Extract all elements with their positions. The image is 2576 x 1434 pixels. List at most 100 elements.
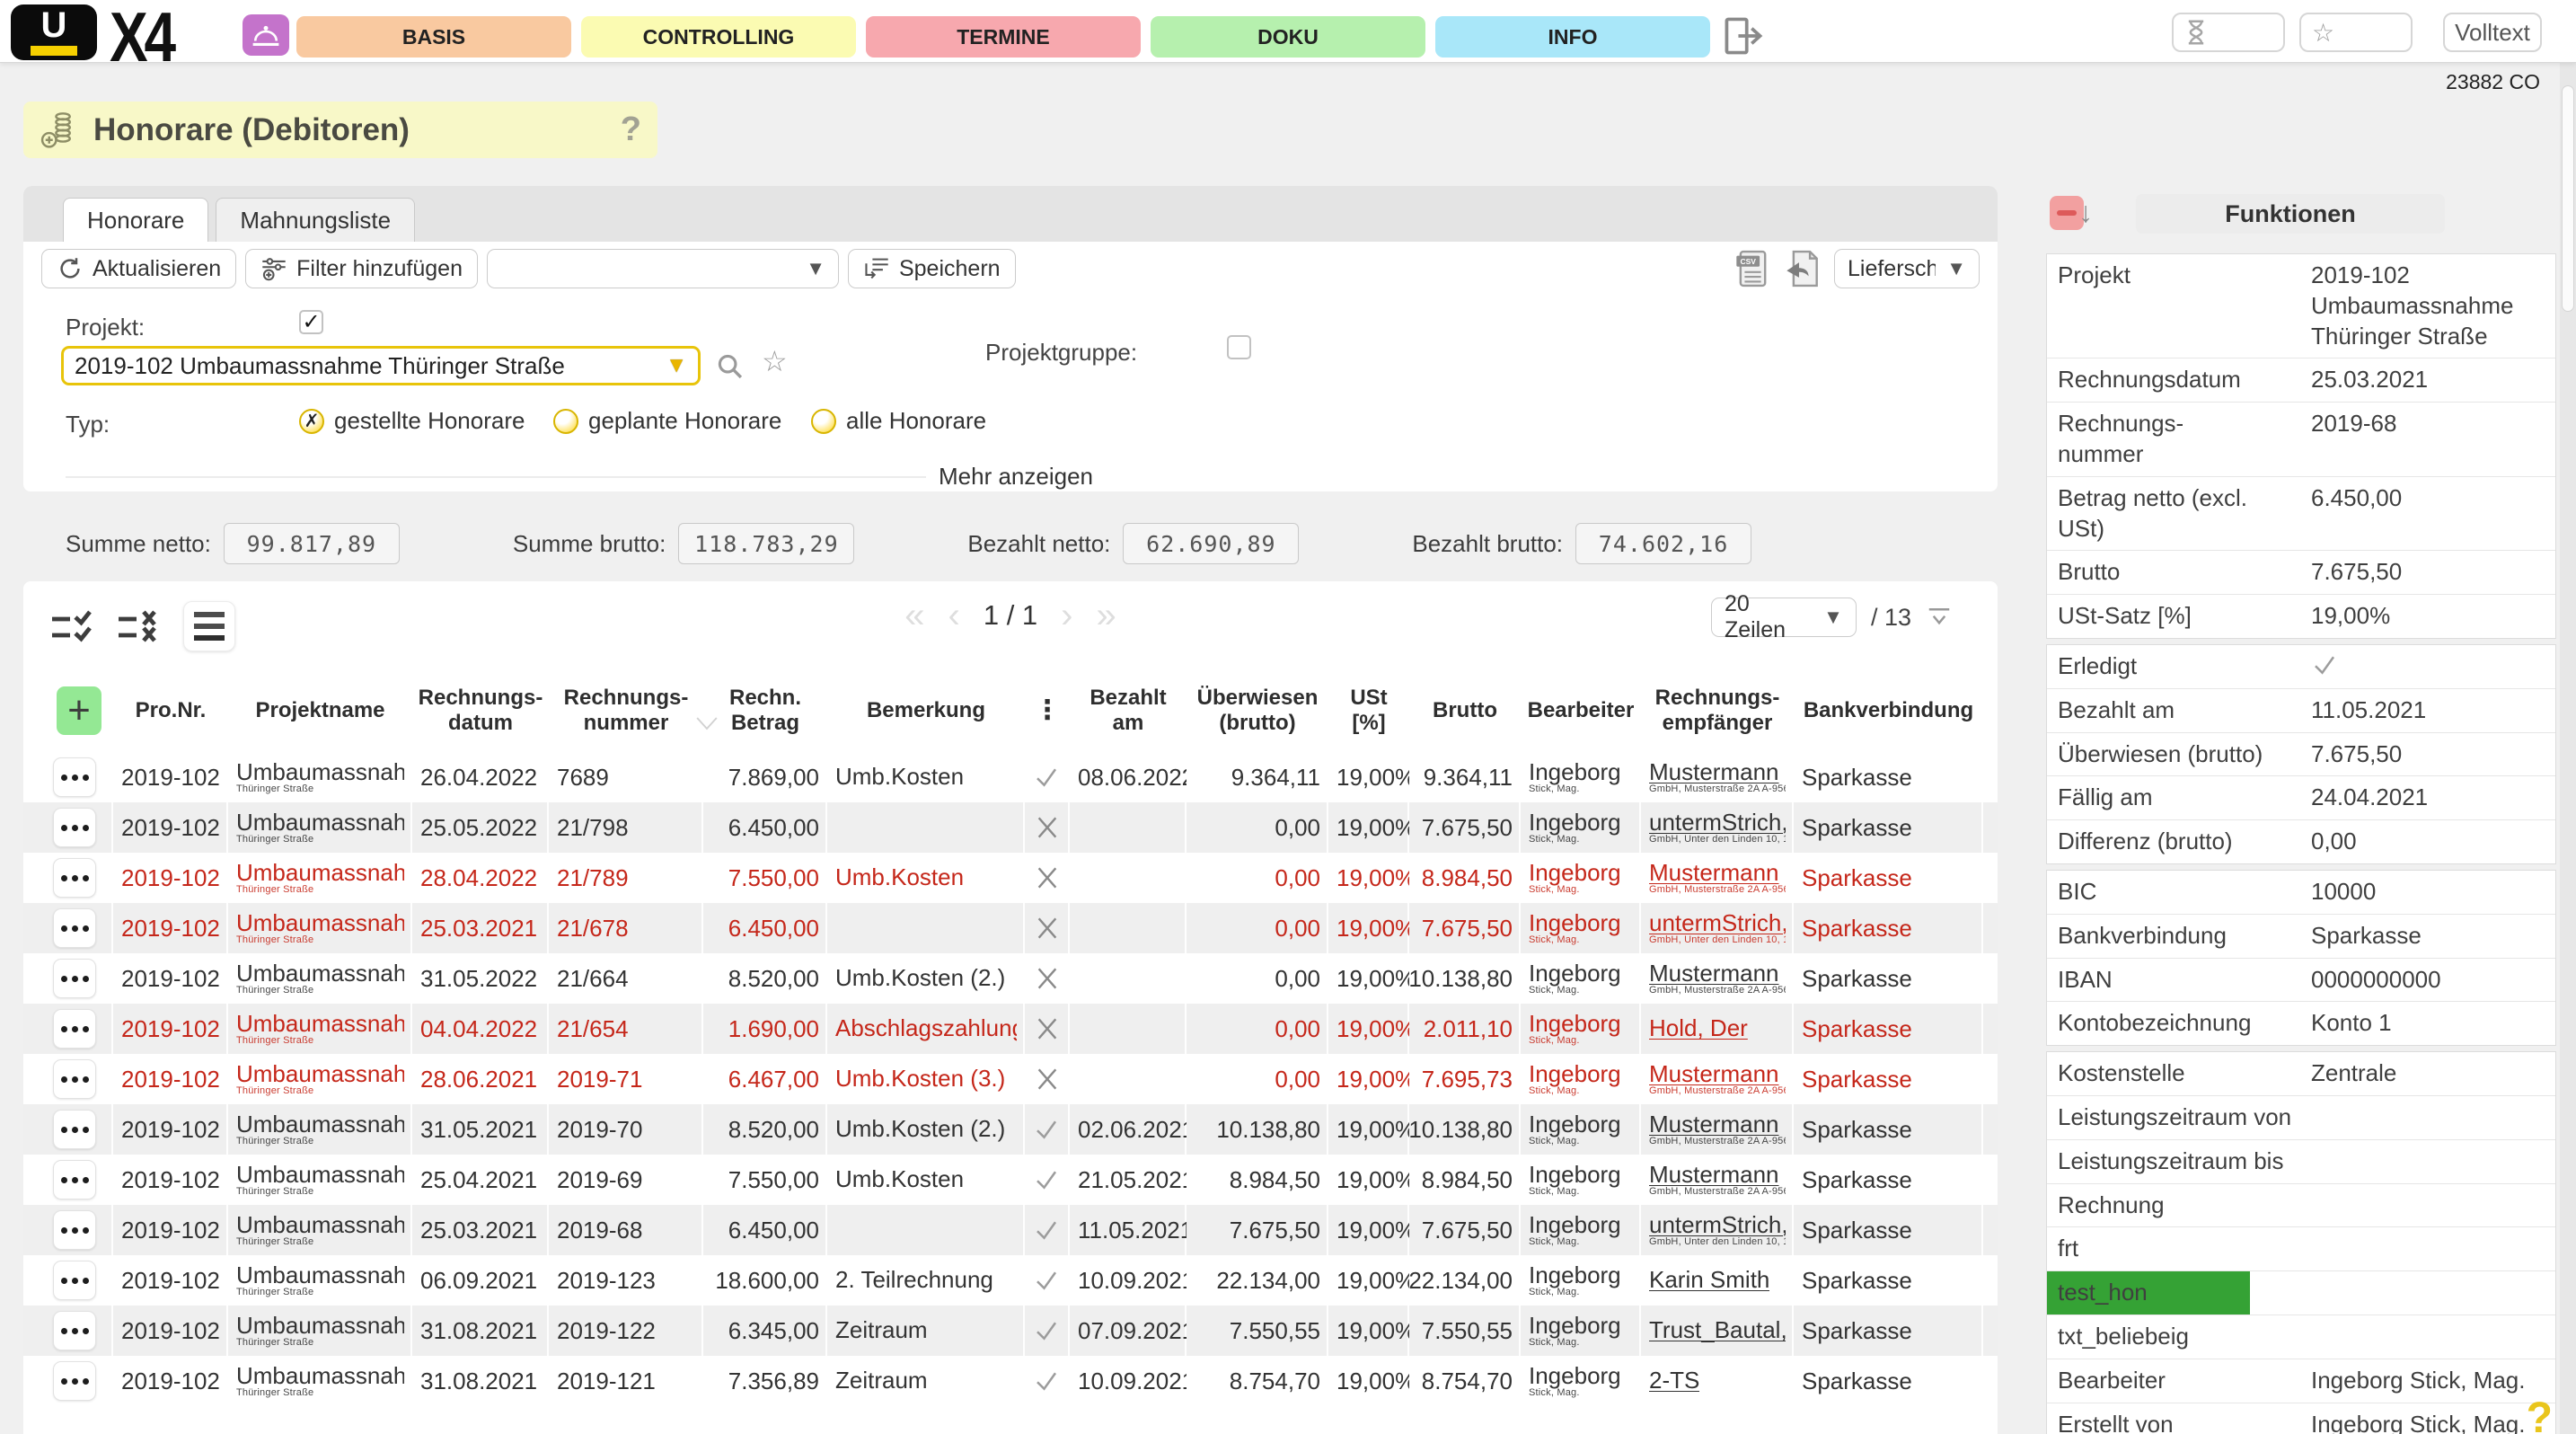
show-more-link[interactable]: Mehr anzeigen <box>939 463 1093 491</box>
cell-invoice-recipient[interactable]: Trust_Bautal, <box>1641 1306 1794 1356</box>
nav-doku[interactable]: DOKU <box>1151 16 1425 58</box>
row-menu-button[interactable] <box>53 1110 96 1149</box>
help-icon[interactable]: ? <box>621 111 641 149</box>
tab-honorare[interactable]: Honorare <box>63 198 208 242</box>
detail-row: Überwiesen (brutto)7.675,50 <box>2047 732 2555 776</box>
add-filter-button[interactable]: Filter hinzufügen <box>245 249 478 288</box>
favorites-field[interactable]: ☆ <box>2299 13 2413 52</box>
cell-invoice-recipient[interactable]: MustermannGmbH, Musterstraße 2A A-9567 M… <box>1641 752 1794 802</box>
refresh-button[interactable]: Aktualisieren <box>41 249 236 288</box>
functions-header-button[interactable]: ↓ Funktionen <box>2136 194 2445 234</box>
project-checkbox[interactable]: ✓ <box>299 310 323 334</box>
row-menu-button[interactable] <box>53 959 96 998</box>
first-page-icon[interactable]: « <box>904 598 924 633</box>
project-group-checkbox[interactable] <box>1227 335 1251 359</box>
scrollbar-thumb[interactable] <box>2562 85 2574 312</box>
tab-mahnungsliste[interactable]: Mahnungsliste <box>216 198 415 242</box>
deselect-all-icon[interactable] <box>117 606 163 646</box>
total-rows: / 13 <box>1871 604 1911 632</box>
row-menu-button[interactable] <box>53 858 96 898</box>
cell-project-number[interactable]: 2019-102 <box>113 903 228 953</box>
rows-per-page-select[interactable]: 20 Zeilen ▼ <box>1711 598 1857 637</box>
radio-gestellte-honorare[interactable]: ✗gestellte Honorare <box>299 407 525 435</box>
cell-project-number[interactable]: 2019-102 <box>113 1356 228 1406</box>
next-page-icon[interactable]: › <box>1061 598 1072 633</box>
prev-page-icon[interactable]: ‹ <box>948 598 960 633</box>
col-header-10: USt [%] <box>1328 686 1409 735</box>
nav-controlling[interactable]: CONTROLLING <box>581 16 856 58</box>
last-page-icon[interactable]: » <box>1096 598 1116 633</box>
cell-invoice-recipient[interactable]: untermStrich,GmbH, Unter den Linden 10, … <box>1641 903 1794 953</box>
cell-project-name: UmbaumassnahmeThüringer Straße <box>228 1004 412 1054</box>
cell-project-number[interactable]: 2019-102 <box>113 1205 228 1255</box>
cell-project-number[interactable]: 2019-102 <box>113 953 228 1004</box>
cell-invoice-number: 2019-122 <box>549 1306 703 1356</box>
recent-items-field[interactable] <box>2172 13 2285 52</box>
project-favorite-star-icon[interactable]: ☆ <box>762 344 788 378</box>
detail-value: 0,00 <box>2304 820 2555 863</box>
save-button[interactable]: Speichern <box>848 249 1016 288</box>
birthday-reminder-button[interactable] <box>243 14 289 56</box>
cell-invoice-recipient[interactable]: 2-TS <box>1641 1356 1794 1406</box>
cell-invoice-recipient[interactable]: MustermannGmbH, Musterstraße 2A A-9567 M… <box>1641 1104 1794 1155</box>
col-header-13: Rechnungs- empfänger <box>1641 686 1794 735</box>
nav-basis[interactable]: BASIS <box>296 16 571 58</box>
collapse-rows-icon[interactable] <box>1926 605 1953 630</box>
cell-invoice-recipient[interactable]: Hold, Der <box>1641 1004 1794 1054</box>
search-icon[interactable] <box>715 351 745 382</box>
radio-alle-honorare[interactable]: alle Honorare <box>811 407 986 435</box>
nav-termine[interactable]: TERMINE <box>866 16 1141 58</box>
row-menu-button[interactable] <box>53 1210 96 1250</box>
row-menu-button[interactable] <box>53 1361 96 1401</box>
cell-invoice-recipient[interactable]: untermStrich,GmbH, Unter den Linden 10, … <box>1641 1205 1794 1255</box>
list-view-icon[interactable] <box>183 601 235 651</box>
select-all-icon[interactable] <box>50 606 97 646</box>
row-menu-button[interactable] <box>53 808 96 847</box>
table-row: 2019-102UmbaumassnahmeThüringer Straße25… <box>23 1155 1998 1205</box>
cell-project-number[interactable]: 2019-102 <box>113 1004 228 1054</box>
row-menu-button[interactable] <box>53 1311 96 1350</box>
cell-project-number[interactable]: 2019-102 <box>113 802 228 853</box>
help-icon-yellow[interactable]: ? <box>2527 1394 2553 1434</box>
cell-invoice-recipient[interactable]: MustermannGmbH, Musterstraße 2A A-9567 M… <box>1641 1054 1794 1104</box>
detail-label: Fällig am <box>2047 776 2304 819</box>
row-menu-button[interactable] <box>53 1261 96 1300</box>
detail-row: Fällig am24.04.2021 <box>2047 775 2555 819</box>
tab-strip: HonorareMahnungsliste <box>23 186 1998 242</box>
cell-invoice-recipient[interactable]: MustermannGmbH, Musterstraße 2A A-9567 M… <box>1641 1155 1794 1205</box>
detail-row: Rechnungs- nummer2019-68 <box>2047 402 2555 476</box>
cell-project-number[interactable]: 2019-102 <box>113 1306 228 1356</box>
cell-project-number[interactable]: 2019-102 <box>113 752 228 802</box>
saved-filter-select[interactable]: ▼ <box>487 249 839 288</box>
cell-project-number[interactable]: 2019-102 <box>113 1054 228 1104</box>
cell-project-number[interactable]: 2019-102 <box>113 1255 228 1306</box>
csv-export-icon[interactable]: CSV <box>1734 249 1769 288</box>
row-menu-button[interactable] <box>53 908 96 948</box>
row-menu-button[interactable] <box>53 1059 96 1099</box>
cell-vat: 19,00% <box>1328 1155 1409 1205</box>
pdf-export-icon[interactable] <box>1784 249 1820 288</box>
cell-transferred-gross: 22.134,00 <box>1187 1255 1328 1306</box>
cell-invoice-recipient[interactable]: MustermannGmbH, Musterstraße 2A A-9567 M… <box>1641 953 1794 1004</box>
cell-invoice-recipient[interactable]: untermStrich,GmbH, Unter den Linden 10, … <box>1641 802 1794 853</box>
row-menu-button[interactable] <box>53 757 96 797</box>
logout-button[interactable] <box>1720 14 1767 58</box>
cell-project-number[interactable]: 2019-102 <box>113 853 228 903</box>
divider <box>66 476 926 478</box>
scrollbar-track[interactable] <box>2560 63 2576 1434</box>
nav-info[interactable]: INFO <box>1435 16 1710 58</box>
row-menu-button[interactable] <box>53 1009 96 1049</box>
row-menu-button[interactable] <box>53 1160 96 1199</box>
cell-project-number[interactable]: 2019-102 <box>113 1155 228 1205</box>
detail-label: Differenz (brutto) <box>2047 820 2304 863</box>
detail-label: txt_beliebeig <box>2047 1315 2304 1359</box>
row-actions <box>45 853 113 903</box>
radio-geplante-honorare[interactable]: geplante Honorare <box>553 407 781 435</box>
delivery-note-select[interactable]: Lieferschein ▼ <box>1834 249 1980 288</box>
cell-invoice-recipient[interactable]: MustermannGmbH, Musterstraße 2A A-9567 M… <box>1641 853 1794 903</box>
fulltext-search-button[interactable]: Volltext <box>2443 13 2542 52</box>
project-select[interactable]: 2019-102 Umbaumassnahme Thüringer Straße… <box>61 346 701 385</box>
cell-invoice-recipient[interactable]: Karin Smith <box>1641 1255 1794 1306</box>
cell-project-number[interactable]: 2019-102 <box>113 1104 228 1155</box>
add-invoice-button[interactable]: + <box>57 686 101 735</box>
